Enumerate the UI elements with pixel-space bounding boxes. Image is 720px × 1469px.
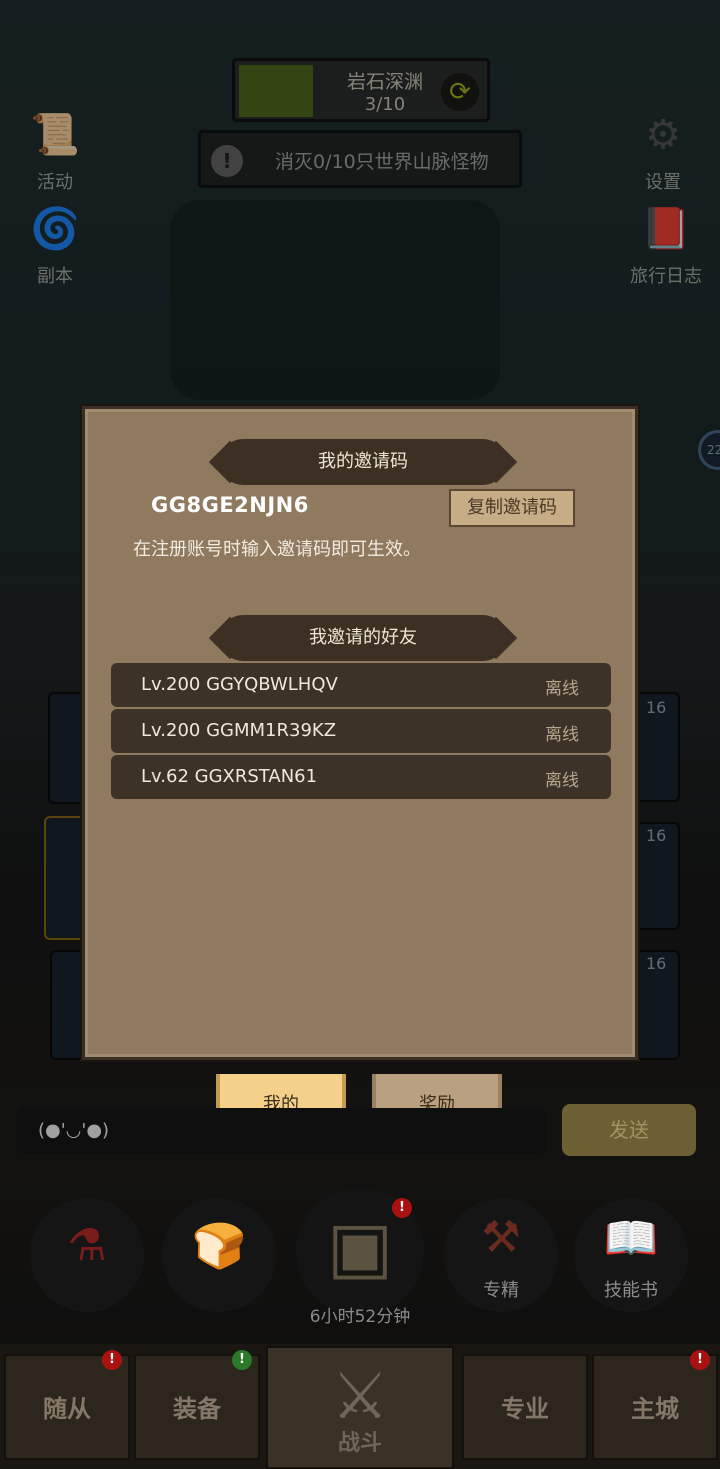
potion-button[interactable]: ⚗ (30, 1198, 144, 1312)
notification-dot: ! (102, 1350, 122, 1370)
nav-battle[interactable]: ⚔ 战斗 (266, 1346, 454, 1469)
friend-status: 离线 (545, 771, 579, 791)
friends-title: 我邀请的好友 (221, 615, 505, 661)
chest-icon: ▣ (326, 1206, 394, 1288)
emoticon-text: (●'◡'●) (38, 1120, 110, 1141)
notification-dot: ! (690, 1350, 710, 1370)
skill-book-button[interactable]: 📖 技能书 (574, 1198, 688, 1312)
nav-profession[interactable]: 专业 (462, 1354, 588, 1460)
friends-list: Lv.200 GGYQBWLHQV 离线 Lv.200 GGMM1R39KZ 离… (111, 663, 611, 801)
friend-row[interactable]: Lv.200 GGYQBWLHQV 离线 (111, 663, 611, 707)
friend-status: 离线 (545, 679, 579, 699)
nav-battle-label: 战斗 (337, 1431, 382, 1456)
invite-code: GG8GE2NJN6 (151, 493, 309, 517)
friend-row[interactable]: Lv.200 GGMM1R39KZ 离线 (111, 709, 611, 753)
friend-status: 离线 (545, 725, 579, 745)
friend-row[interactable]: Lv.62 GGXRSTAN61 离线 (111, 755, 611, 799)
book-icon: 📖 (603, 1213, 659, 1264)
refine-label: 专精 (483, 1280, 519, 1301)
chat-input[interactable]: (●'◡'●) (16, 1108, 546, 1154)
skill-book-label: 技能书 (604, 1280, 658, 1301)
hammer-icon: ⚒ (481, 1212, 521, 1263)
bread-icon: 🍞 (191, 1221, 247, 1272)
crossed-swords-icon: ⚔ (331, 1360, 389, 1434)
potion-icon: ⚗ (67, 1220, 107, 1271)
friend-info: Lv.62 GGXRSTAN61 (141, 766, 318, 787)
notification-dot: ! (232, 1350, 252, 1370)
friend-info: Lv.200 GGMM1R39KZ (141, 720, 337, 741)
notification-dot: ! (392, 1198, 412, 1218)
bread-button[interactable]: 🍞 (162, 1198, 276, 1312)
refine-button[interactable]: ⚒ 专精 (444, 1198, 558, 1312)
invite-modal: 我的邀请码 GG8GE2NJN6 复制邀请码 在注册账号时输入邀请码即可生效。 … (82, 406, 638, 1060)
send-button[interactable]: 发送 (562, 1104, 696, 1156)
invite-hint: 在注册账号时输入邀请码即可生效。 (133, 539, 421, 560)
invite-code-title: 我的邀请码 (221, 439, 505, 485)
copy-invite-code-button[interactable]: 复制邀请码 (449, 489, 575, 527)
chest-timer: 6小时52分钟 (309, 1307, 411, 1327)
friend-info: Lv.200 GGYQBWLHQV (141, 674, 338, 695)
